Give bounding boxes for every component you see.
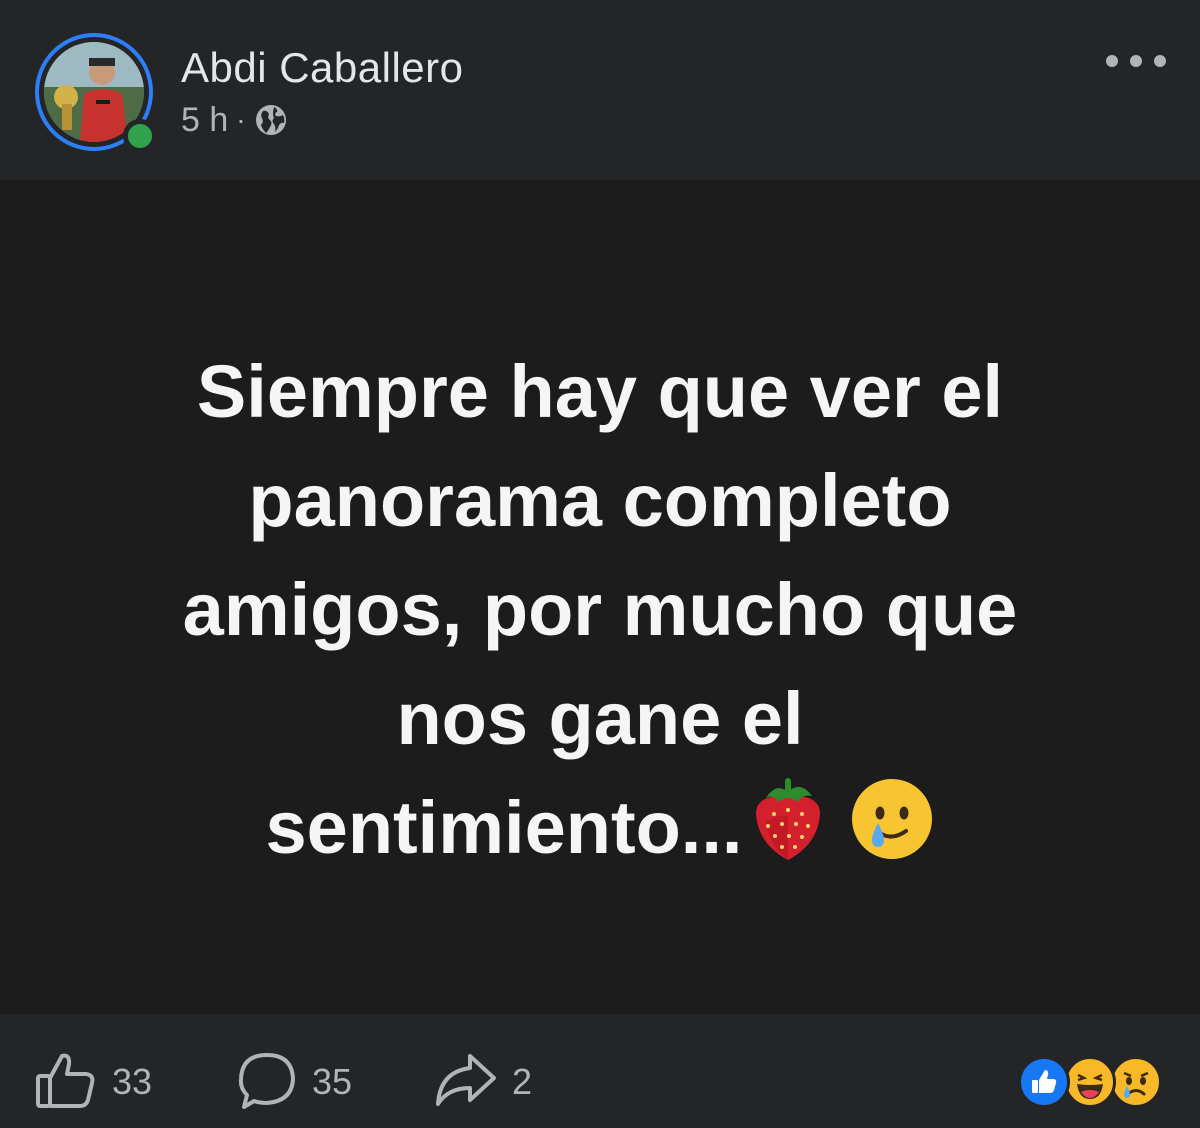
post-text-line: amigos, por mucho que	[182, 568, 1018, 651]
post-time[interactable]: 5 h	[181, 101, 228, 140]
thumbs-up-icon	[34, 1048, 98, 1117]
post-header: Abdi Caballero 5 h ·	[0, 0, 1200, 180]
post-text-line: sentimiento...	[265, 786, 743, 869]
post-text-line: panorama completo	[248, 459, 952, 542]
author-name[interactable]: Abdi Caballero	[181, 44, 464, 92]
like-button[interactable]: 33	[34, 1052, 152, 1112]
comment-button[interactable]: 35	[236, 1052, 352, 1112]
post-text-line: nos gane el	[396, 677, 804, 760]
more-dot-icon	[1106, 55, 1118, 67]
like-reaction-icon	[1018, 1056, 1070, 1108]
author-avatar[interactable]	[35, 33, 157, 155]
text-post-background: Siempre hay que ver el panorama completo…	[0, 180, 1200, 1014]
share-button[interactable]: 2	[434, 1052, 532, 1112]
post-text-line: Siempre hay que ver el	[196, 350, 1004, 433]
post-footer: 33 35 2	[0, 1014, 1200, 1128]
post-text-last-line: sentimiento...	[60, 773, 1140, 893]
comment-count: 35	[312, 1061, 353, 1102]
globe-icon[interactable]	[254, 103, 288, 137]
laugh-reaction-icon	[1064, 1056, 1116, 1108]
more-dot-icon	[1154, 55, 1166, 67]
share-count: 2	[512, 1061, 533, 1102]
post-text: Siempre hay que ver el panorama completo…	[60, 337, 1140, 893]
share-arrow-icon	[434, 1050, 498, 1115]
sad-reaction-icon	[1110, 1056, 1162, 1108]
reaction-summary[interactable]	[1018, 1056, 1168, 1110]
meta-separator: ·	[236, 104, 246, 135]
post-card: Abdi Caballero 5 h · Siempre hay que ver…	[0, 0, 1200, 1128]
strawberry-emoji	[748, 774, 828, 893]
more-options-button[interactable]	[1106, 46, 1166, 76]
online-status-dot	[123, 119, 157, 153]
comment-bubble-icon	[236, 1049, 298, 1116]
more-dot-icon	[1130, 55, 1142, 67]
like-count: 33	[112, 1061, 153, 1102]
post-meta: 5 h ·	[181, 100, 288, 140]
smiling-face-with-tear-emoji	[850, 777, 934, 890]
